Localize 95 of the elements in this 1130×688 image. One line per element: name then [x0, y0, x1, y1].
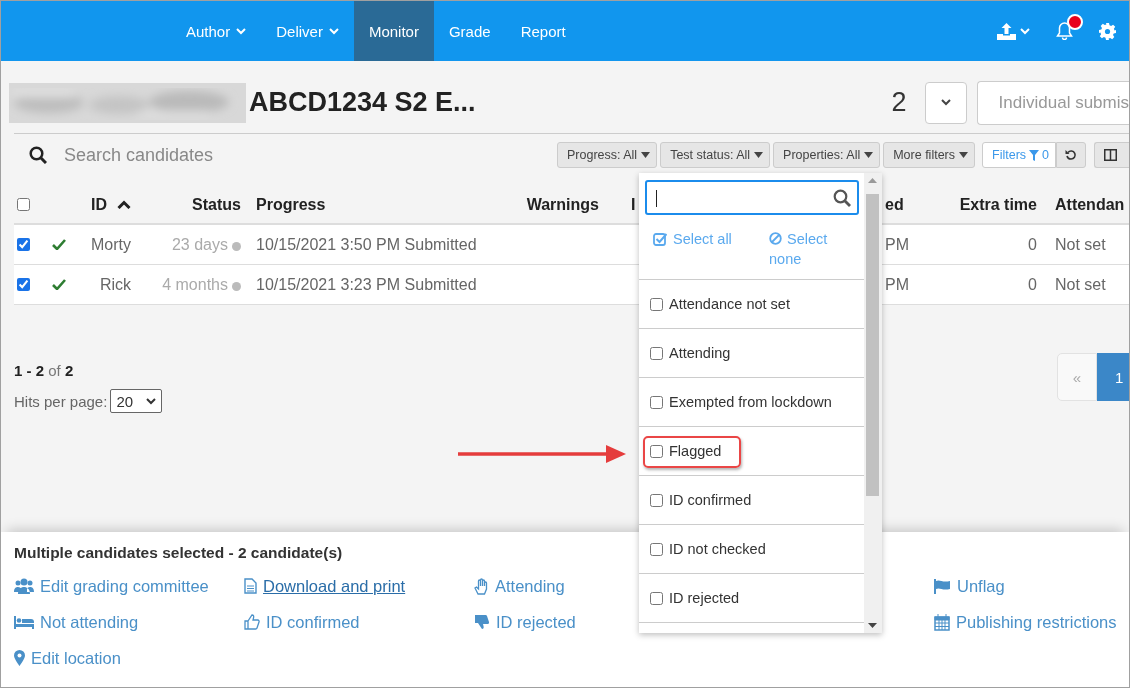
- column-header[interactable]: I: [631, 195, 636, 214]
- row-checkbox[interactable]: [17, 278, 30, 291]
- settings-icon[interactable]: [1099, 22, 1116, 40]
- bell-icon[interactable]: [1056, 22, 1073, 40]
- action-link[interactable]: Unflag: [934, 575, 1005, 597]
- document-icon: [244, 578, 257, 594]
- option-checkbox[interactable]: [650, 395, 663, 409]
- check-square-icon: [653, 232, 667, 246]
- chevron-down-icon: [236, 27, 247, 35]
- thumbs-down-icon: [474, 614, 490, 630]
- action-link[interactable]: Download and print: [244, 575, 406, 597]
- option-checkbox[interactable]: [650, 542, 663, 556]
- result-range: 1 - 2 of 2: [14, 361, 74, 379]
- table-cell: Not set: [1055, 275, 1106, 294]
- status-text: 23 days: [171, 235, 228, 254]
- search-icon: [833, 188, 851, 207]
- option-label[interactable]: ID rejected: [669, 590, 740, 606]
- table-cell: PM: [885, 275, 909, 294]
- column-header[interactable]: ID: [91, 195, 131, 214]
- status-text: 4 months: [162, 275, 228, 294]
- column-header[interactable]: Extra time: [959, 195, 1037, 214]
- table-cell: Morty: [91, 235, 131, 254]
- sort-ascending-icon: [117, 200, 131, 209]
- filter-button[interactable]: Test status: All: [660, 142, 771, 168]
- columns-button[interactable]: [1094, 142, 1129, 168]
- filter-button[interactable]: Progress: All: [557, 142, 658, 168]
- column-header[interactable]: Attendan: [1055, 195, 1125, 214]
- chevron-down-icon: [940, 99, 951, 106]
- table-cell: Not set: [1055, 235, 1106, 254]
- calendar-icon: [934, 613, 950, 631]
- upload-button[interactable]: [997, 22, 1030, 40]
- upload-icon: [997, 22, 1016, 40]
- column-header[interactable]: Status: [192, 195, 241, 214]
- reset-icon: [1065, 149, 1077, 161]
- filter-search-field[interactable]: [645, 180, 859, 215]
- chevron-down-icon: [1020, 27, 1030, 35]
- option-label[interactable]: Exempted from lockdown: [669, 394, 832, 410]
- status-dot: [232, 282, 241, 291]
- columns-icon: [1104, 149, 1117, 161]
- table-cell: 0: [1028, 275, 1037, 294]
- filter-button[interactable]: More filters: [883, 142, 975, 168]
- option-label[interactable]: ID confirmed: [669, 492, 752, 508]
- column-header[interactable]: Progress: [256, 195, 326, 214]
- action-link[interactable]: ID confirmed: [244, 611, 360, 633]
- select-all-checkbox[interactable]: [17, 198, 30, 211]
- option-checkbox[interactable]: [650, 591, 663, 605]
- dropdown-option[interactable]: Flagged: [639, 426, 864, 475]
- option-label[interactable]: Attending: [669, 345, 731, 361]
- thumbs-up-icon: [244, 614, 260, 630]
- action-link[interactable]: Attending: [474, 575, 565, 597]
- candidate-count: 2: [891, 87, 907, 118]
- row-checkbox[interactable]: [17, 238, 30, 251]
- action-link[interactable]: ID rejected: [474, 611, 576, 633]
- flag-icon: [934, 578, 951, 594]
- status-dot: [232, 242, 241, 251]
- column-header[interactable]: ed: [885, 195, 904, 214]
- filter-button[interactable]: Properties: All: [773, 142, 881, 168]
- reset-button[interactable]: [1056, 142, 1086, 168]
- option-checkbox[interactable]: [650, 346, 663, 360]
- scrollbar[interactable]: [864, 173, 882, 633]
- action-link[interactable]: Publishing restrictions: [934, 611, 1117, 633]
- table-cell: Rick: [99, 275, 131, 294]
- bed-icon: [14, 615, 34, 629]
- hand-icon: [474, 577, 489, 595]
- chevron-down-icon: [328, 27, 339, 35]
- table-cell: 10/15/2021 3:23 PM Submitted: [256, 275, 477, 294]
- map-pin-icon: [14, 650, 25, 666]
- table-cell: 0: [1028, 235, 1037, 254]
- table-cell: 10/15/2021 3:50 PM Submitted: [256, 235, 477, 254]
- hits-label: Hits per page:: [14, 392, 108, 410]
- page-title: ABCD1234 S2 E...: [249, 87, 476, 118]
- page-link[interactable]: 1: [1097, 353, 1129, 401]
- table-cell: PM: [885, 235, 909, 254]
- prohibited-icon: [769, 232, 782, 245]
- option-label[interactable]: Flagged: [669, 443, 722, 459]
- selection-title: Multiple candidates selected - 2 candidate(s): [14, 544, 343, 562]
- option-checkbox[interactable]: [650, 297, 663, 311]
- caret-down-icon: [959, 152, 968, 158]
- funnel-icon: [1029, 149, 1040, 161]
- caret-down-icon: [864, 152, 874, 158]
- option-checkbox[interactable]: [650, 493, 663, 507]
- option-label[interactable]: ID not checked: [669, 541, 766, 557]
- hits-select[interactable]: 20: [110, 389, 163, 413]
- action-link[interactable]: Not attending: [14, 611, 139, 633]
- chevron-down-icon: [146, 397, 157, 405]
- caret-down-icon: [641, 152, 651, 158]
- nav-tab[interactable]: Monitor: [353, 1, 434, 61]
- action-link[interactable]: Edit location: [14, 647, 121, 669]
- caret-down-icon: [754, 152, 764, 158]
- scroll-up-icon: [868, 178, 877, 183]
- option-checkbox[interactable]: [650, 444, 663, 458]
- scroll-down-icon: [868, 623, 877, 628]
- search-icon: [29, 146, 47, 164]
- column-header[interactable]: Warnings: [526, 195, 599, 214]
- users-icon: [14, 578, 34, 594]
